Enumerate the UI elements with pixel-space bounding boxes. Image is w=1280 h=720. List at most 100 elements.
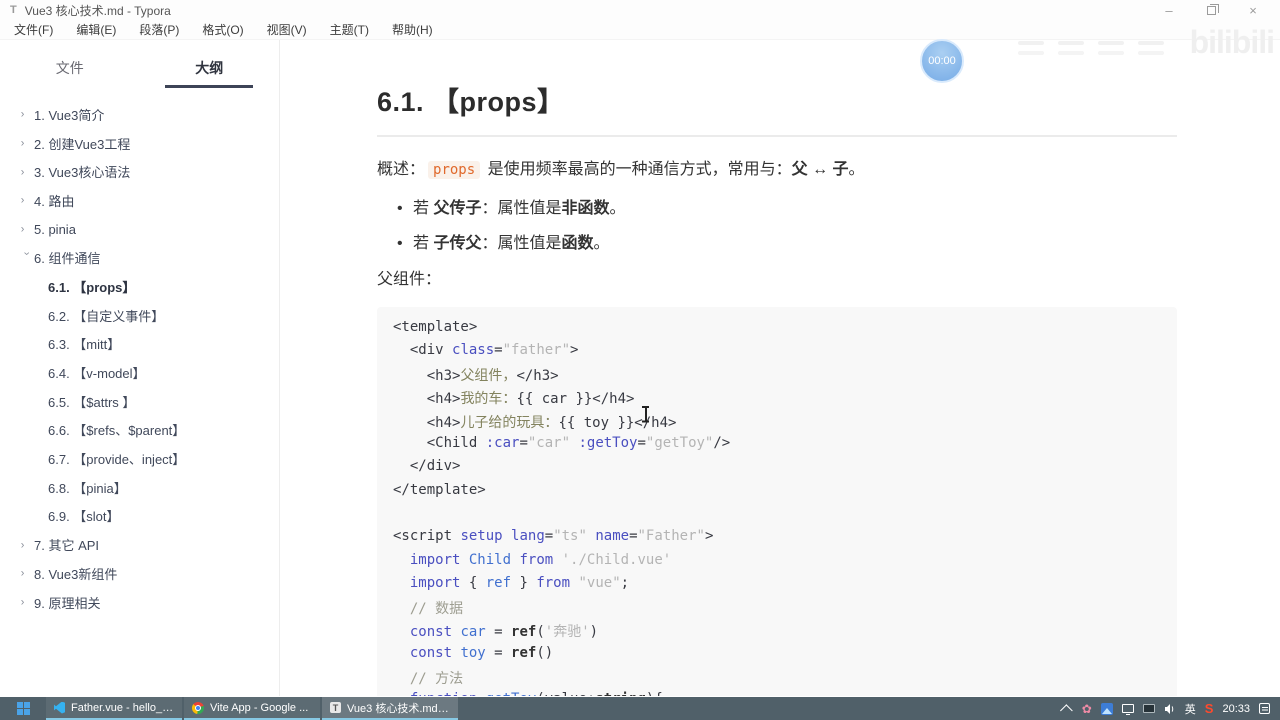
bullet-list: 若 父传子：属性值是非函数。 若 子传父：属性值是函数。 [397, 197, 1177, 256]
code-line: // 数据 [393, 601, 464, 618]
outline-item[interactable]: 6.6. 【$refs、$parent】 [0, 416, 279, 445]
typora-app-icon: T [10, 4, 17, 16]
app-main: 文件 大纲 › 1. Vue3简介 › 2. 创建Vue3工程 › 3. Vue3核心语法… [0, 40, 1280, 696]
photos-app-icon[interactable] [1100, 702, 1113, 715]
inline-code-props: props [428, 161, 481, 179]
recording-timer-widget[interactable]: 00:00 [920, 39, 964, 83]
outline-item[interactable]: › 9. 原理相关 [0, 588, 279, 617]
chevron-right-icon[interactable]: › [21, 567, 34, 580]
code-line: <h4>儿子给的玩具：{{ toy }}</h4> [393, 414, 677, 431]
outline-item[interactable]: 6.9. 【slot】 [0, 502, 279, 531]
menu-item[interactable]: 编辑(E) [66, 21, 126, 38]
menu-item[interactable]: 主题(T) [320, 21, 379, 38]
outline-item[interactable]: 6.5. 【$attrs 】 [0, 387, 279, 416]
code-line: const car = ref('奔驰') [409, 624, 599, 641]
code-line: import { ref } from "vue"; [409, 574, 630, 591]
outline-item[interactable]: › 3. Vue3核心语法 [0, 157, 279, 186]
menu-bar: 文件(F) 编辑(E) 段落(P) 格式(O) 视图(V) 主题(T) 帮助(H) [0, 20, 1280, 40]
sidebar: 文件 大纲 › 1. Vue3简介 › 2. 创建Vue3工程 › 3. Vue3核心语法… [0, 40, 280, 696]
menu-item[interactable]: 视图(V) [257, 21, 317, 38]
action-center-icon[interactable] [1259, 703, 1270, 714]
chevron-down-icon[interactable]: › [21, 251, 34, 264]
outline-item[interactable]: › 5. pinia [0, 215, 279, 244]
taskbar-window-typora[interactable]: T Vue3 核心技术.md - ... [322, 697, 458, 720]
chevron-right-icon[interactable]: › [21, 596, 34, 609]
code-line: <template> [393, 318, 478, 335]
ime-indicator[interactable]: 英 [1185, 701, 1196, 717]
menu-item[interactable]: 文件(F) [4, 21, 63, 38]
outline-item-label: 5. pinia [34, 221, 76, 237]
outline-item[interactable]: › 1. Vue3简介 [0, 100, 279, 129]
minimize-button[interactable]: – [1148, 0, 1190, 20]
chevron-right-icon[interactable]: › [21, 108, 34, 121]
code-line: const toy = ref() [409, 644, 554, 661]
display-icon[interactable] [1121, 704, 1134, 715]
title-bar: T Vue3 核心技术.md - Typora – × [0, 0, 1280, 20]
tab-outline[interactable]: 大纲 [140, 52, 280, 88]
outline-item-label: 6.8. 【pinia】 [48, 480, 127, 496]
chevron-right-icon[interactable]: › [21, 223, 34, 236]
outline-item-label: 6.7. 【provide、inject】 [48, 452, 186, 468]
outline-list: › 1. Vue3简介 › 2. 创建Vue3工程 › 3. Vue3核心语法 › 4. 路由… [0, 100, 279, 616]
outline-item[interactable]: › 7. 其它 API [0, 530, 279, 559]
taskbar: Father.vue - hello_v... Vite App - Google… [0, 697, 1280, 720]
maximize-button[interactable] [1190, 0, 1232, 20]
sogou-icon[interactable]: S [1205, 701, 1214, 716]
taskbar-window-vscode[interactable]: Father.vue - hello_v... [46, 697, 182, 720]
tab-files[interactable]: 文件 [0, 52, 140, 88]
code-line: </div> [393, 458, 461, 475]
speaker-icon[interactable] [1164, 703, 1176, 715]
outline-item[interactable]: 6.2. 【自定义事件】 [0, 301, 279, 330]
outline-item[interactable]: › 4. 路由 [0, 186, 279, 215]
flower-app-icon[interactable]: ✿ [1082, 703, 1092, 715]
code-line: <Child :car="car" :getToy="getToy"/> [393, 435, 731, 452]
outline-item[interactable]: › 8. Vue3新组件 [0, 559, 279, 588]
code-line: import Child from './Child.vue' [409, 551, 672, 568]
battery-icon[interactable] [1142, 704, 1155, 713]
outline-item-label: 6.5. 【$attrs 】 [48, 394, 136, 410]
code-line: // 方法 [393, 671, 464, 688]
code-block[interactable]: <template> <div class="father"> <h3>父组件，… [377, 306, 1177, 696]
outline-item[interactable]: 6.7. 【provide、inject】 [0, 444, 279, 473]
code-line: </template> [393, 481, 486, 498]
editor-content[interactable]: 6.1. 【props】 概述： props 是使用频率最高的一种通信方式，常用与… [280, 40, 1280, 696]
text-cursor [641, 406, 651, 422]
outline-item[interactable]: › 6. 组件通信 [0, 243, 279, 272]
close-button[interactable]: × [1232, 0, 1274, 20]
outline-item[interactable]: 6.1. 【props】 [0, 272, 279, 301]
heading-divider [377, 135, 1177, 137]
clock[interactable]: 20:33 [1222, 703, 1250, 715]
code-line: <div class="father"> [393, 341, 579, 358]
taskbar-window-label: Vite App - Google ... [210, 701, 309, 714]
outline-item[interactable]: 6.3. 【mitt】 [0, 330, 279, 359]
outline-item-label: 6.3. 【mitt】 [48, 337, 121, 353]
outline-item-label: 6.4. 【v-model】 [48, 366, 146, 382]
taskbar-window-label: Vue3 核心技术.md - ... [347, 702, 450, 715]
system-tray: ✿ 英 S 20:33 [1059, 697, 1280, 720]
outline-item[interactable]: 6.4. 【v-model】 [0, 358, 279, 387]
outline-item-label: 6. 组件通信 [34, 251, 101, 267]
menu-item[interactable]: 格式(O) [192, 21, 253, 38]
outline-item-label: 7. 其它 API [34, 538, 100, 554]
menu-item[interactable]: 段落(P) [129, 21, 189, 38]
window-controls: – × [1148, 0, 1274, 20]
chrome-icon [192, 701, 204, 714]
outline-item[interactable]: › 2. 创建Vue3工程 [0, 129, 279, 158]
chevron-right-icon[interactable]: › [21, 538, 34, 551]
outline-item[interactable]: 6.8. 【pinia】 [0, 473, 279, 502]
chevron-right-icon[interactable]: › [21, 165, 34, 178]
restore-icon [1206, 3, 1219, 15]
menu-item[interactable]: 帮助(H) [382, 21, 443, 38]
chevron-right-icon[interactable]: › [21, 194, 34, 207]
start-button[interactable] [0, 697, 46, 720]
taskbar-window-chrome[interactable]: Vite App - Google ... [184, 697, 320, 720]
chevron-right-icon[interactable]: › [21, 137, 34, 150]
outline-item-label: 6.6. 【$refs、$parent】 [48, 423, 186, 439]
outline-item-label: 1. Vue3简介 [34, 107, 105, 123]
code-line: <script setup lang="ts" name="Father"> [393, 528, 714, 545]
outline-item-label: 8. Vue3新组件 [34, 566, 118, 582]
section-heading: 6.1. 【props】 [377, 87, 565, 117]
father-label: 父组件： [377, 270, 442, 288]
tray-expand-icon[interactable] [1059, 704, 1073, 717]
